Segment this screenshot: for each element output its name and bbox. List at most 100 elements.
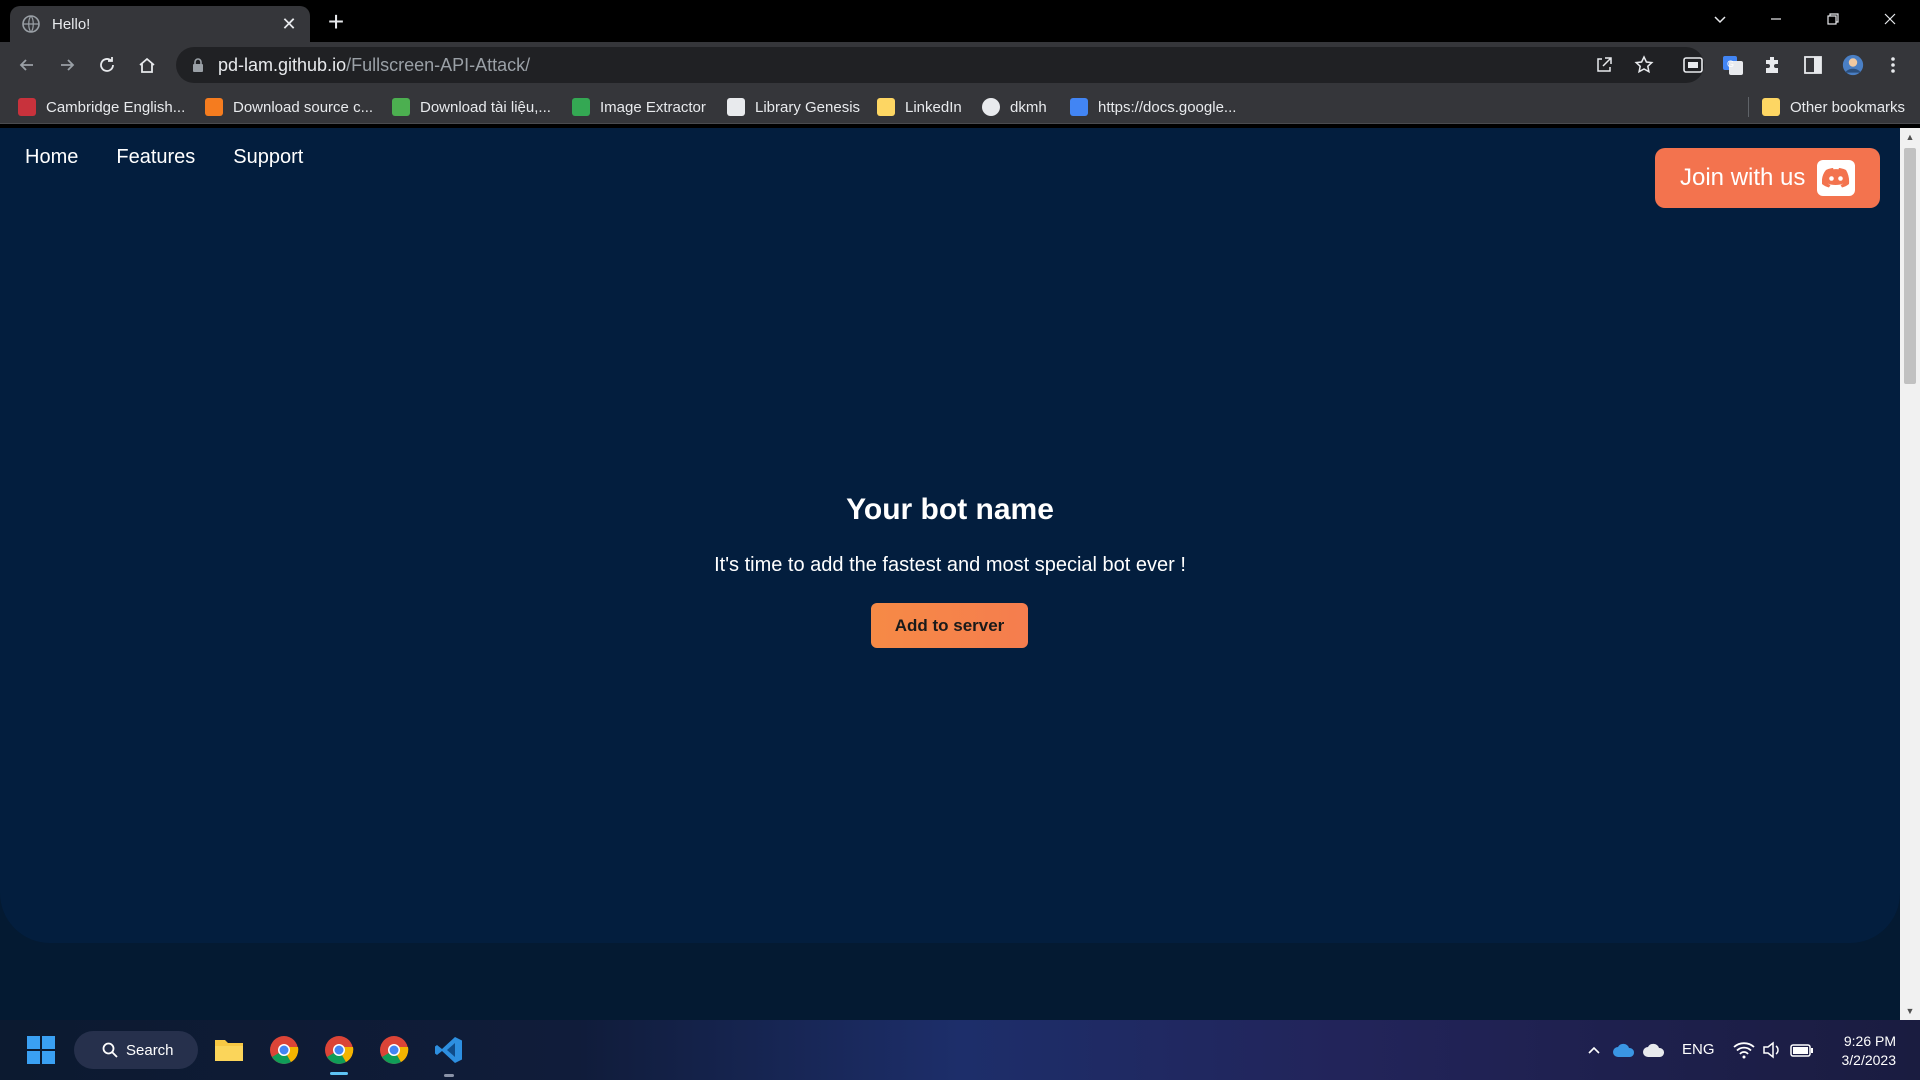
battery-icon [1790, 1044, 1813, 1057]
reload-button[interactable] [92, 50, 122, 80]
chevron-up-icon [1588, 1046, 1600, 1054]
minimize-button[interactable] [1748, 0, 1804, 38]
tab-title: Hello! [52, 15, 91, 33]
folder-icon [877, 98, 895, 116]
translate-extension-icon[interactable]: G [1722, 54, 1744, 76]
folder-icon [215, 1040, 243, 1061]
join-discord-button[interactable]: Join with us [1655, 148, 1880, 208]
bookmark-favicon-icon [205, 98, 223, 116]
speaker-icon [1763, 1041, 1779, 1059]
bookmark-item[interactable]: Image Extractor [572, 96, 706, 118]
bookmark-item[interactable]: https://docs.google... [1070, 96, 1236, 118]
page-scrollbar[interactable]: ▲ ▼ [1900, 128, 1920, 1020]
bookmark-label: LinkedIn [905, 98, 962, 116]
bookmark-label: dkmh [1010, 98, 1047, 116]
new-tab-button[interactable]: + [322, 8, 350, 37]
scroll-down-icon[interactable]: ▼ [1905, 1006, 1915, 1016]
windows-icon [27, 1036, 55, 1064]
close-icon [1884, 13, 1896, 25]
home-icon [139, 57, 155, 73]
bookmark-item[interactable]: dkmh [982, 96, 1047, 118]
browser-tab[interactable]: Hello! ✕ [10, 6, 310, 42]
svg-text:G: G [1727, 59, 1734, 69]
url-path: /Fullscreen-API-Attack/ [346, 54, 531, 75]
forward-button[interactable] [52, 50, 82, 80]
lock-icon [193, 58, 203, 72]
vscode-icon [435, 1037, 462, 1063]
clock-time: 9:26 PM [1843, 1033, 1896, 1049]
chrome-icon [380, 1036, 409, 1064]
scroll-up-icon[interactable]: ▲ [1905, 132, 1915, 142]
nav-features-link[interactable]: Features [116, 146, 195, 169]
chrome-button[interactable] [374, 1030, 414, 1070]
nav-support-link[interactable]: Support [233, 146, 303, 169]
other-bookmarks-folder[interactable]: Other bookmarks [1762, 96, 1905, 118]
address-bar[interactable]: pd-lam.github.io /Fullscreen-API-Attack/ [176, 47, 1704, 83]
search-label: Search [126, 1041, 174, 1059]
bookmark-favicon-icon [392, 98, 410, 116]
tab-strip: Hello! ✕ + [0, 0, 1920, 42]
cloud-button[interactable] [1634, 1030, 1674, 1070]
system-clock[interactable]: 9:26 PM 3/2/2023 [1836, 1032, 1897, 1070]
close-window-button[interactable] [1862, 0, 1918, 38]
bookmark-label: Download source c... [233, 98, 374, 116]
profile-avatar[interactable] [1842, 54, 1864, 76]
windows-taskbar: Search ENG 9:26 PM 3/2/2023 [0, 1020, 1920, 1080]
chevron-down-icon [1714, 16, 1726, 24]
share-icon[interactable] [1594, 55, 1614, 75]
bookmark-item[interactable]: Library Genesis [727, 96, 860, 118]
bookmark-label: Download tài liệu,... [420, 98, 551, 116]
bookmark-item[interactable]: LinkedIn [877, 96, 962, 118]
other-bookmarks-label: Other bookmarks [1790, 98, 1906, 116]
cloud-icon [1643, 1043, 1665, 1057]
bookmark-item[interactable]: Download tài liệu,... [392, 96, 551, 118]
arrow-right-icon [61, 59, 75, 71]
chrome-icon [270, 1036, 299, 1064]
globe-icon [22, 15, 40, 33]
browser-toolbar: pd-lam.github.io /Fullscreen-API-Attack/… [0, 42, 1920, 88]
battery-button[interactable] [1782, 1030, 1822, 1070]
chrome-active-button[interactable] [319, 1030, 359, 1070]
input-language[interactable]: ENG [1682, 1041, 1715, 1058]
discord-icon [1817, 160, 1855, 196]
taskbar-search[interactable]: Search [74, 1031, 198, 1069]
restore-icon [1827, 13, 1839, 25]
bookmark-item[interactable]: Cambridge English... [18, 96, 185, 118]
file-explorer-button[interactable] [209, 1030, 249, 1070]
bookmark-item[interactable]: Download source c... [205, 96, 373, 118]
back-button[interactable] [12, 50, 42, 80]
docs-icon [1070, 98, 1088, 116]
folder-icon [1762, 98, 1780, 116]
arrow-left-icon [19, 59, 33, 71]
hero-subtitle: It's time to add the fastest and most sp… [714, 554, 1186, 576]
chrome-profile-button[interactable] [264, 1030, 304, 1070]
extensions-icon[interactable] [1762, 54, 1784, 76]
start-button[interactable] [21, 1030, 61, 1070]
clock-date: 3/2/2023 [1841, 1052, 1897, 1068]
running-app-indicator [444, 1074, 454, 1077]
bookmark-label: Cambridge English... [46, 98, 186, 116]
cast-extension-icon[interactable] [1682, 54, 1704, 76]
page-viewport: Home Features Support Join with us Your … [0, 128, 1920, 1020]
scrollbar-thumb[interactable] [1904, 148, 1916, 384]
bookmark-label: Image Extractor [600, 98, 706, 116]
restore-button[interactable] [1805, 0, 1861, 38]
side-panel-icon[interactable] [1802, 54, 1824, 76]
bookmark-label: https://docs.google... [1098, 98, 1237, 116]
reload-icon [100, 57, 114, 72]
add-to-server-button[interactable]: Add to server [871, 603, 1028, 648]
vscode-button[interactable] [429, 1030, 469, 1070]
menu-icon[interactable] [1882, 54, 1904, 76]
bookmarks-bar: Cambridge English... Download source c..… [0, 88, 1920, 124]
home-button[interactable] [132, 50, 162, 80]
nav-home-link[interactable]: Home [25, 146, 78, 169]
tab-search-button[interactable] [1692, 0, 1748, 38]
bookmark-favicon-icon [727, 98, 745, 116]
globe-icon [982, 98, 1000, 116]
hero-section: Home Features Support Join with us Your … [0, 128, 1900, 943]
close-tab-icon[interactable]: ✕ [280, 15, 298, 33]
url-host: pd-lam.github.io [218, 54, 347, 75]
active-app-indicator [330, 1072, 348, 1075]
minimize-icon [1771, 18, 1781, 20]
star-icon[interactable] [1634, 55, 1654, 75]
